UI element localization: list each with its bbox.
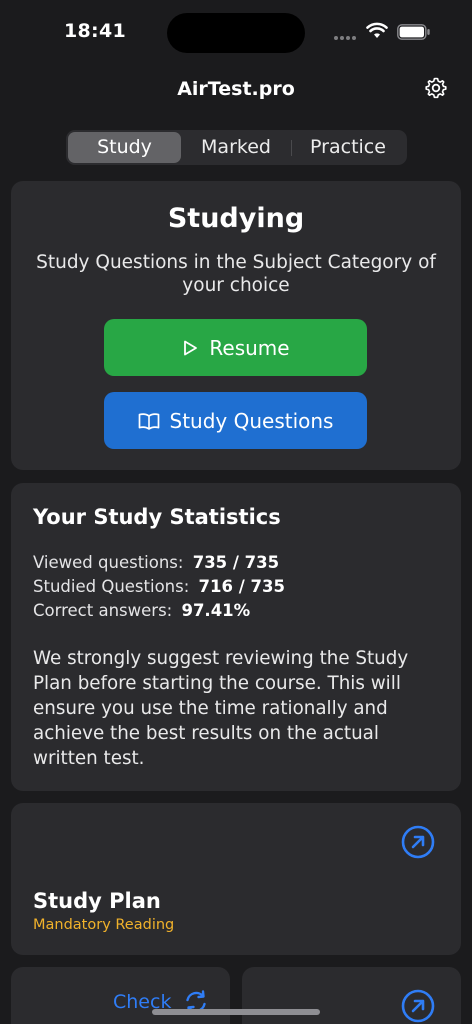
stat-label: Viewed questions: — [33, 553, 184, 572]
stat-value: 735 / 735 — [192, 553, 280, 572]
study-plan-subtitle: Mandatory Reading — [33, 917, 175, 933]
stat-value: 97.41% — [181, 601, 251, 620]
next-card[interactable] — [242, 967, 461, 1024]
screen: 18:41 AirTest.pro Study Marked Practice … — [0, 0, 472, 1024]
stat-label: Studied Questions: — [33, 577, 190, 596]
home-indicator — [152, 1009, 320, 1015]
statistics-title: Your Study Statistics — [33, 505, 281, 529]
study-plan-card[interactable]: Study Plan Mandatory Reading — [11, 803, 461, 955]
studying-title: Studying — [167, 203, 305, 234]
status-time: 18:41 — [64, 20, 126, 42]
stat-correct-answers: Correct answers: 97.41% — [33, 601, 250, 620]
study-plan-title: Study Plan — [33, 889, 161, 913]
gear-icon[interactable] — [424, 76, 448, 100]
tab-practice[interactable]: Practice — [292, 132, 404, 163]
studying-card: Studying Study Questions in the Subject … — [11, 181, 461, 470]
stat-viewed-questions: Viewed questions: 735 / 735 — [33, 553, 279, 572]
tab-marked[interactable]: Marked — [182, 132, 290, 163]
status-bar: 18:41 — [0, 0, 472, 64]
check-card[interactable]: Check — [11, 967, 230, 1024]
tab-study[interactable]: Study — [68, 132, 181, 163]
arrow-up-right-circle-icon[interactable] — [401, 825, 435, 859]
play-icon — [184, 340, 198, 355]
study-plan-suggestion: We strongly suggest reviewing the Study … — [33, 648, 409, 769]
studying-subtitle: Study Questions in the Subject Category … — [36, 252, 436, 296]
stat-studied-questions: Studied Questions: 716 / 735 — [33, 577, 285, 596]
segmented-control: Study Marked Practice — [66, 130, 407, 165]
battery-icon — [397, 24, 430, 40]
cellular-signal-icon — [334, 36, 356, 40]
resume-button[interactable]: Resume — [104, 319, 367, 376]
study-questions-label: Study Questions — [169, 408, 334, 433]
dynamic-island — [167, 13, 305, 53]
app-title: AirTest.pro — [177, 78, 295, 100]
resume-label: Resume — [209, 335, 290, 360]
study-questions-button[interactable]: Study Questions — [104, 392, 367, 449]
stat-value: 716 / 735 — [198, 577, 285, 596]
book-icon — [138, 412, 159, 430]
arrow-up-right-circle-icon[interactable] — [401, 989, 435, 1023]
wifi-icon — [366, 22, 388, 38]
stat-label: Correct answers: — [33, 601, 173, 620]
statistics-card: Your Study Statistics Viewed questions: … — [11, 483, 461, 791]
